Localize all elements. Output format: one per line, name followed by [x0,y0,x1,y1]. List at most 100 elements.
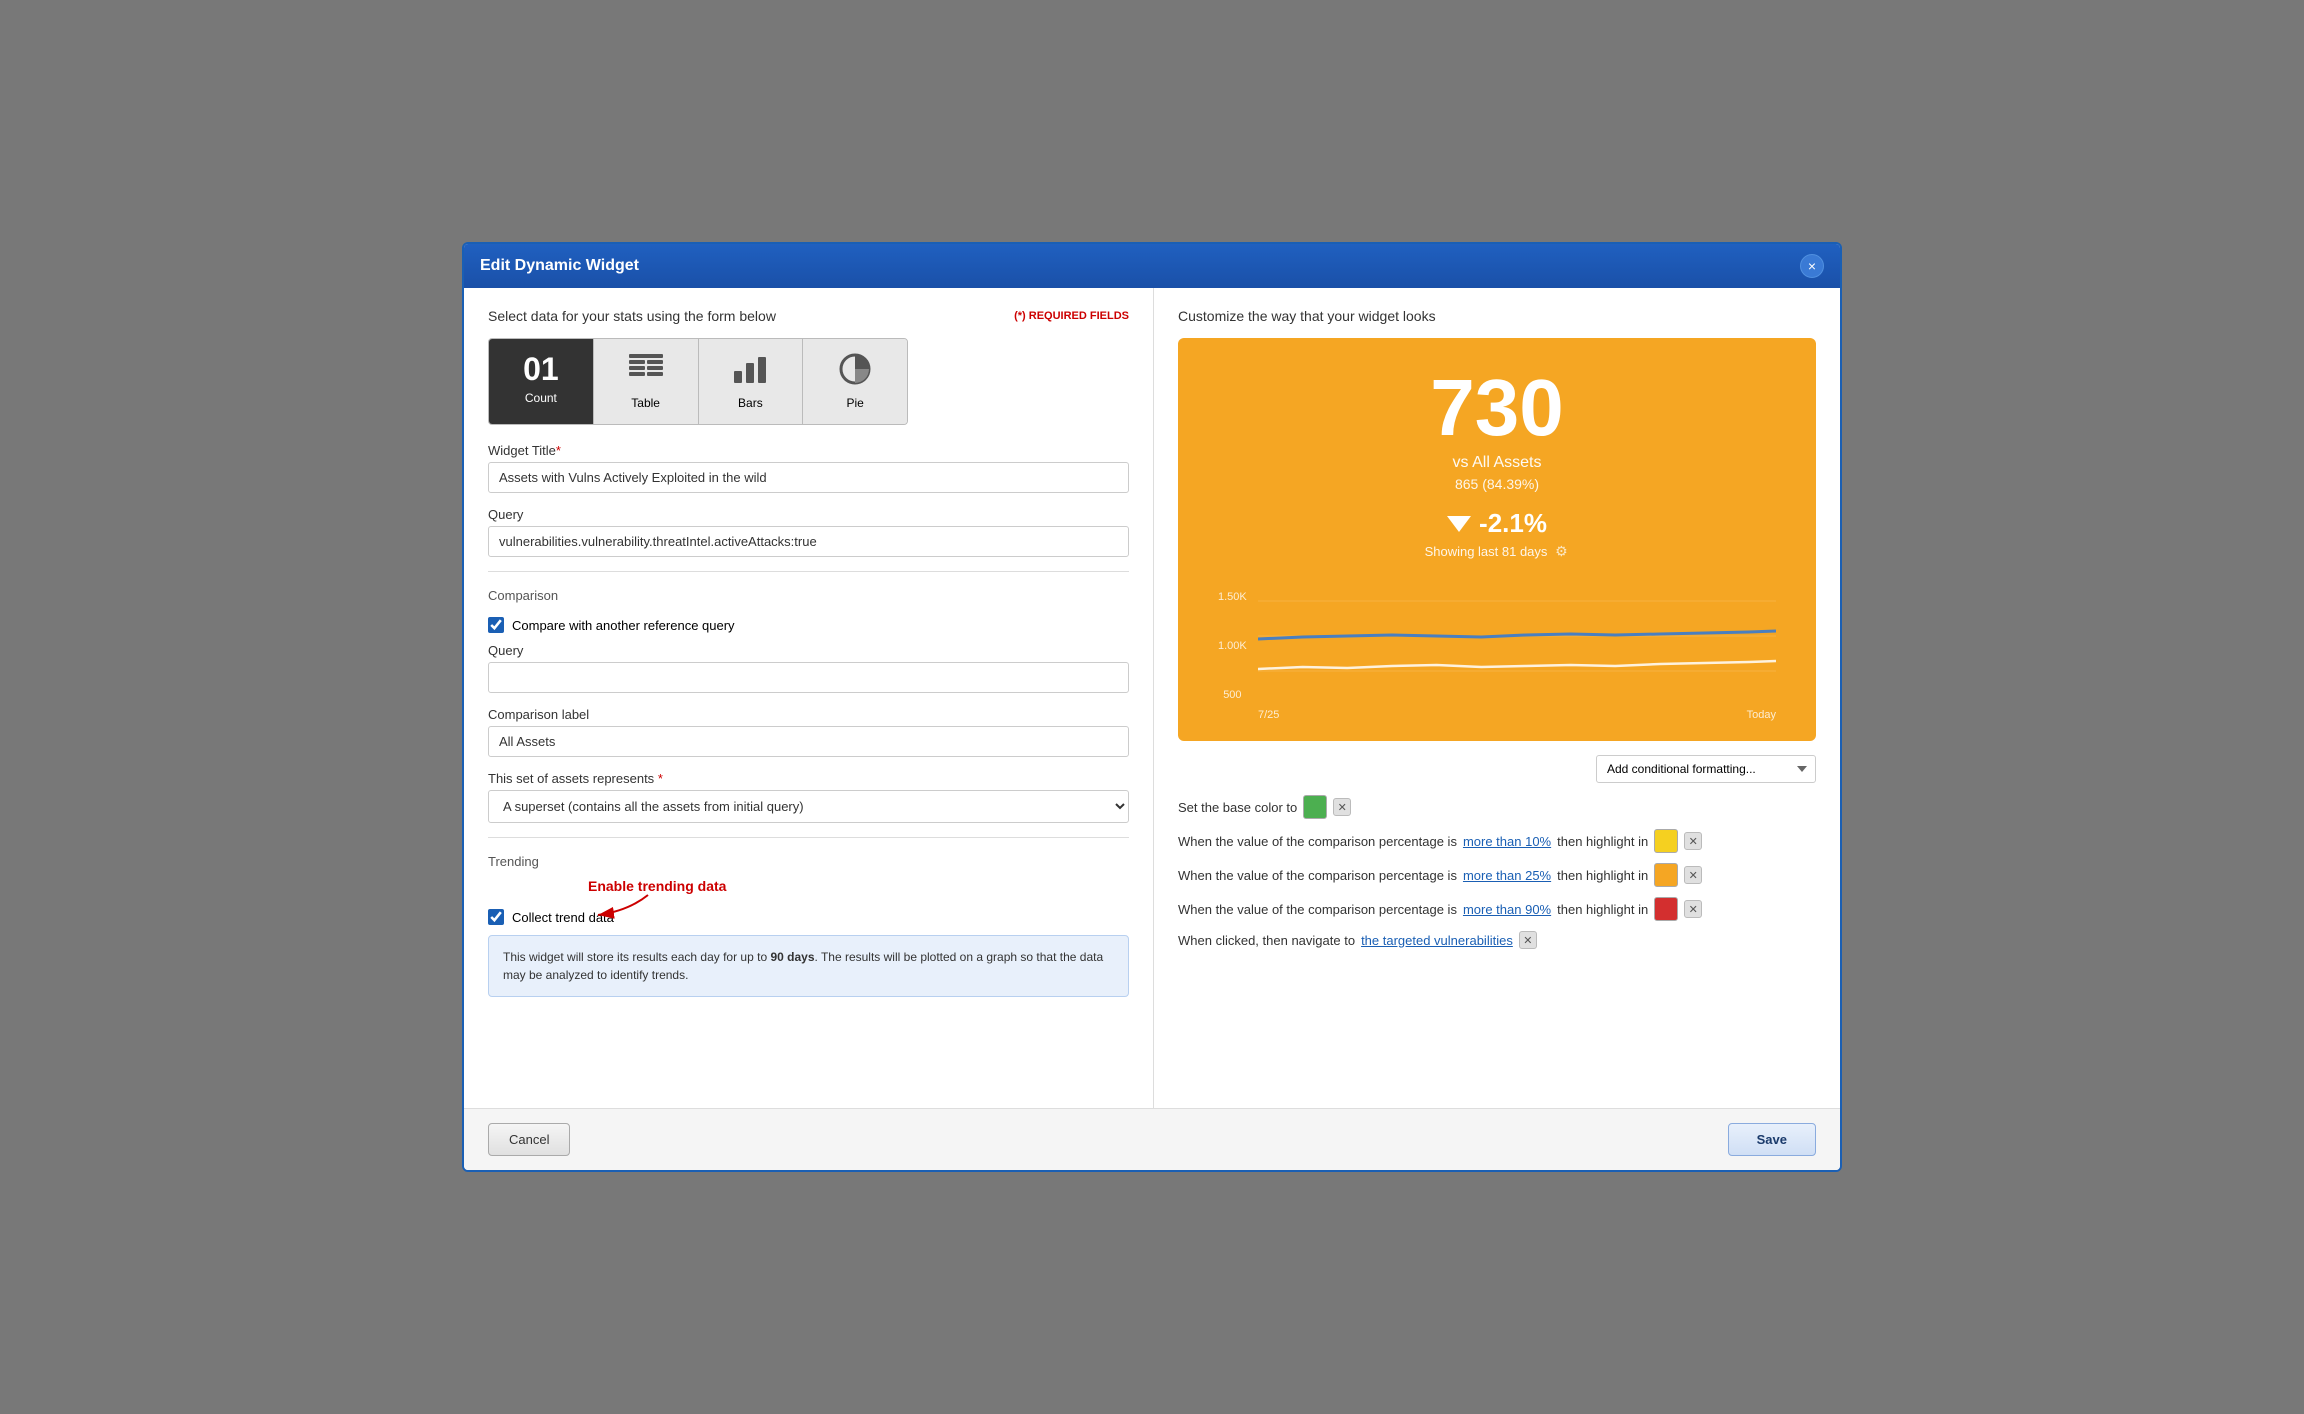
cf-row-1: When the value of the comparison percent… [1178,829,1816,853]
modal-overlay: Edit Dynamic Widget × Select data for yo… [0,0,2304,1414]
cf-row-2-remove[interactable]: ✕ [1684,866,1702,884]
collect-trend-row: Collect trend data [488,909,1129,925]
widget-type-bars-label: Bars [738,396,763,410]
left-panel-title: Select data for your stats using the for… [488,308,776,324]
x-label-start: 7/25 [1258,709,1279,721]
preview-main-number: 730 [1430,368,1563,448]
assets-represents-group: This set of assets represents * A supers… [488,771,1129,823]
table-icon [628,353,664,390]
divider-2 [488,837,1129,838]
cf-row-3-remove[interactable]: ✕ [1684,900,1702,918]
modal-body: Select data for your stats using the for… [464,288,1840,1108]
showing-label: Showing last 81 days [1425,544,1548,559]
base-color-label: Set the base color to [1178,800,1297,815]
right-panel: Customize the way that your widget looks… [1154,288,1840,1108]
chart-y-labels: 1.50K 1.00K 500 [1218,591,1247,721]
bars-icon [732,353,768,390]
chart-area: 1.50K 1.00K 500 [1218,591,1776,721]
trend-down-arrow-icon [1447,516,1471,532]
chart-svg [1258,591,1776,701]
assets-represents-select[interactable]: A superset (contains all the assets from… [488,790,1129,823]
comparison-label-input[interactable] [488,726,1129,757]
chart-svg-container [1258,591,1776,701]
widget-type-table[interactable]: Table [594,339,699,424]
cf-row-4-remove[interactable]: ✕ [1519,931,1537,949]
preview-comparison: vs All Assets [1453,454,1542,472]
comparison-label-group: Comparison label [488,707,1129,757]
left-panel: Select data for your stats using the for… [464,288,1154,1108]
modal-header: Edit Dynamic Widget × [464,244,1840,288]
widget-type-pie-label: Pie [846,396,863,410]
cf-row-2-text-before: When the value of the comparison percent… [1178,868,1457,883]
cf-row-1-remove[interactable]: ✕ [1684,832,1702,850]
compare-checkbox[interactable] [488,617,504,633]
cf-row-1-color-swatch[interactable] [1654,829,1678,853]
comparison-section-label: Comparison [488,588,1129,607]
cf-row-3-text-after: then highlight in [1557,902,1648,917]
add-conditional-formatting-select[interactable]: Add conditional formatting... [1596,755,1816,783]
comparison-query-group: Query [488,643,1129,693]
comparison-label-label: Comparison label [488,707,1129,722]
cf-row-1-link[interactable]: more than 10% [1463,834,1551,849]
preview-comparison-detail: 865 (84.39%) [1455,476,1539,492]
x-label-end: Today [1747,709,1776,721]
base-color-row: Set the base color to ✕ [1178,795,1816,819]
query-input[interactable] [488,526,1129,557]
cancel-button[interactable]: Cancel [488,1123,570,1156]
cf-row-2: When the value of the comparison percent… [1178,863,1816,887]
query-label: Query [488,507,1129,522]
cf-row-1-text-before: When the value of the comparison percent… [1178,834,1457,849]
cf-row-3-color-swatch[interactable] [1654,897,1678,921]
modal-footer: Cancel Save [464,1108,1840,1170]
base-color-swatch[interactable] [1303,795,1327,819]
cf-row-4-link[interactable]: the targeted vulnerabilities [1361,933,1513,948]
widget-type-bars[interactable]: Bars [699,339,804,424]
divider-1 [488,571,1129,572]
query-group: Query [488,507,1129,557]
widget-title-input[interactable] [488,462,1129,493]
cf-row-3: When the value of the comparison percent… [1178,897,1816,921]
trending-section: Trending Enable trending data [488,854,1129,997]
cf-row-3-link[interactable]: more than 90% [1463,902,1551,917]
comparison-query-input[interactable] [488,662,1129,693]
base-color-remove[interactable]: ✕ [1333,798,1351,816]
save-button[interactable]: Save [1728,1123,1816,1156]
conditional-formatting-dropdown-container: Add conditional formatting... [1178,755,1816,783]
compare-checkbox-row: Compare with another reference query [488,617,1129,633]
compare-checkbox-label[interactable]: Compare with another reference query [512,618,735,633]
y-label-2: 1.00K [1218,640,1247,652]
chart-x-labels: 7/25 Today [1258,709,1776,721]
widget-type-table-label: Table [631,396,660,410]
gear-icon[interactable]: ⚙ [1553,543,1569,559]
y-label-3: 500 [1218,689,1247,701]
preview-showing: Showing last 81 days ⚙ [1425,543,1570,559]
widget-preview: 730 vs All Assets 865 (84.39%) -2.1% Sho… [1178,338,1816,741]
collect-trend-checkbox[interactable] [488,909,504,925]
required-fields-label: (*) REQUIRED FIELDS [1014,310,1129,322]
right-panel-title: Customize the way that your widget looks [1178,308,1816,324]
assets-represents-label: This set of assets represents * [488,771,1129,786]
comparison-query-label: Query [488,643,1129,658]
trending-info-box: This widget will store its results each … [488,935,1129,997]
cf-row-1-text-after: then highlight in [1557,834,1648,849]
modal-close-button[interactable]: × [1800,254,1824,278]
modal-title: Edit Dynamic Widget [480,257,639,275]
cf-row-2-text-after: then highlight in [1557,868,1648,883]
cf-row-2-color-swatch[interactable] [1654,863,1678,887]
preview-trend: -2.1% [1447,508,1547,539]
trending-section-label: Trending [488,854,1129,873]
cf-row-4: When clicked, then navigate to the targe… [1178,931,1816,949]
widget-type-pie[interactable]: Pie [803,339,907,424]
count-icon: 01 [523,353,559,385]
widget-title-label: Widget Title* [488,443,1129,458]
trend-days: 90 days [770,950,814,964]
pie-icon [837,353,873,390]
left-panel-header: Select data for your stats using the for… [488,308,1129,324]
collect-trend-label[interactable]: Collect trend data [512,910,614,925]
svg-text:Enable trending data: Enable trending data [588,878,727,894]
widget-type-selector: 01 Count [488,338,908,425]
widget-title-group: Widget Title* [488,443,1129,493]
widget-type-count[interactable]: 01 Count [489,339,594,424]
cf-row-2-link[interactable]: more than 25% [1463,868,1551,883]
trend-value: -2.1% [1479,508,1547,539]
